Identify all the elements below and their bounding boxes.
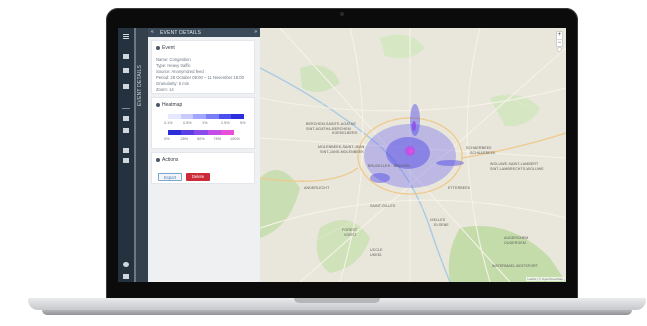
icon-rail (118, 28, 134, 282)
map-place-label: BERCHEM-SAINTE-AGATHE (306, 122, 356, 126)
legend-swatch (181, 130, 195, 135)
event-card: Event Name: Congestion Type: Heavy traff… (151, 40, 255, 94)
laptop-base-bottom (42, 310, 632, 315)
heatmap-card: Heatmap 0.1% 0.5% 1% 2.5% 5% 0% 25% 50% 75% 100% (151, 97, 255, 149)
delete-button[interactable]: Delete (186, 173, 210, 181)
legend-swatch (206, 114, 219, 119)
map-place-label: WOLUWE-SAINT-LAMBERT (490, 162, 539, 166)
user-icon[interactable] (123, 262, 129, 267)
map-place-label: SINT-LAMBRECHTS-WOLUWE (490, 167, 544, 171)
legend-swatch (207, 130, 222, 135)
actions-card: Actions Export Delete (151, 152, 255, 184)
map-place-label: WATERMAEL-BOITSFORT (492, 264, 538, 268)
park-area (380, 34, 425, 59)
heatmap-speed-legend (168, 130, 235, 135)
legend-label: 25% (180, 137, 189, 141)
event-card-title: Event (156, 45, 175, 51)
home-icon[interactable] (123, 54, 129, 59)
laptop-base (28, 298, 646, 318)
map-attribution: Leaflet | © OpenStreetMap (526, 277, 564, 281)
camera-dot (340, 12, 344, 16)
legend-label: 50% (197, 137, 205, 141)
legend-label: 0% (164, 137, 170, 141)
actions-card-title: Actions (156, 157, 178, 163)
event-row: Source: Anonymized feed (156, 69, 204, 74)
legend-swatch (218, 114, 232, 119)
sidebar-header: « EVENT DETAILS » (148, 28, 260, 37)
filter-icon[interactable] (123, 128, 129, 133)
map-view[interactable]: BERCHEM-SAINTE-AGATHE SINT-AGATHA-BERCHEM… (260, 28, 566, 282)
heatmap-card-title: Heatmap (156, 102, 182, 108)
map-place-label: BRUXELLES · BRUSSEL (368, 164, 412, 168)
map-place-label: SCHAARBEEK (470, 151, 496, 155)
wrench-icon (156, 157, 160, 162)
event-row: Period: 28 October 09:00 – 11 November 1… (156, 75, 244, 80)
screen: EVENT DETAILS « EVENT DETAILS » Event Na… (118, 28, 566, 282)
map-place-label: OUDERGEM (504, 241, 526, 245)
rail-divider (122, 108, 130, 109)
map-place-label: IXELLES (430, 218, 446, 222)
sidebar-title: EVENT DETAILS (160, 29, 202, 36)
logout-icon[interactable] (123, 274, 129, 279)
heatmap-icon (156, 102, 160, 107)
layers-icon[interactable] (123, 68, 129, 73)
menu-icon[interactable] (123, 34, 129, 35)
legend-label: 2.5% (221, 121, 230, 125)
map-place-label: ANDERLECHT (304, 186, 330, 190)
map-place-label: ETTERBEEK (448, 186, 471, 190)
legend-swatch (193, 114, 207, 119)
settings-icon[interactable] (123, 148, 129, 153)
legend-swatch (168, 114, 181, 119)
map-place-label: FOREST (342, 228, 358, 232)
collapse-icon[interactable]: » (254, 29, 257, 35)
legend-label: 1% (202, 121, 208, 125)
table-icon[interactable] (123, 158, 129, 163)
zoom-control: + − (556, 31, 563, 47)
zoom-out-button[interactable]: − (557, 39, 562, 46)
map-place-label: VORST (344, 233, 357, 237)
map-place-label: UCCLE (370, 248, 383, 252)
info-icon (156, 45, 160, 50)
legend-label: 100% (230, 137, 240, 141)
laptop-notch (294, 298, 380, 303)
map-place-label: MOLENBEEK-SAINT-JEAN (318, 145, 365, 149)
map-place-label: AUDERGHEM (504, 236, 529, 240)
legend-swatch (168, 130, 182, 135)
back-icon[interactable]: « (151, 29, 154, 35)
legend-label: 0.1% (164, 121, 173, 125)
legend-swatch (231, 114, 245, 119)
event-row: Granularity: 5 min (156, 81, 190, 86)
legend-swatch (220, 130, 235, 135)
map-place-label: SAINT-GILLES (370, 204, 396, 208)
vertical-panel[interactable]: EVENT DETAILS (136, 28, 148, 282)
map-place-label: SCHAERBEEK (466, 146, 492, 150)
zoom-in-button[interactable]: + (557, 32, 562, 39)
event-row: Type: Heavy traffic (156, 63, 191, 68)
map-place-label: KOEKELBERG (332, 131, 358, 135)
event-row: Zoom: 14 (156, 87, 174, 92)
legend-swatch (180, 114, 194, 119)
legend-swatch (194, 130, 208, 135)
event-row: Name: Congestion (156, 57, 191, 62)
compass-icon[interactable] (557, 47, 562, 52)
map-place-label: UKKEL (370, 253, 383, 257)
chart-icon[interactable] (123, 116, 129, 121)
heatmap-density-legend (168, 114, 245, 119)
export-button[interactable]: Export (158, 173, 182, 181)
legend-label: 0.5% (183, 121, 192, 125)
vertical-panel-label: EVENT DETAILS (137, 64, 143, 106)
events-icon[interactable] (123, 84, 129, 89)
legend-label: 5% (240, 121, 246, 125)
map-place-label: ELSENE (434, 223, 449, 227)
legend-label: 75% (213, 137, 222, 141)
details-sidebar: « EVENT DETAILS » Event Name: Congestion… (148, 28, 260, 282)
map-place-label: SINT-JANS-MOLENBEEK (320, 150, 364, 154)
